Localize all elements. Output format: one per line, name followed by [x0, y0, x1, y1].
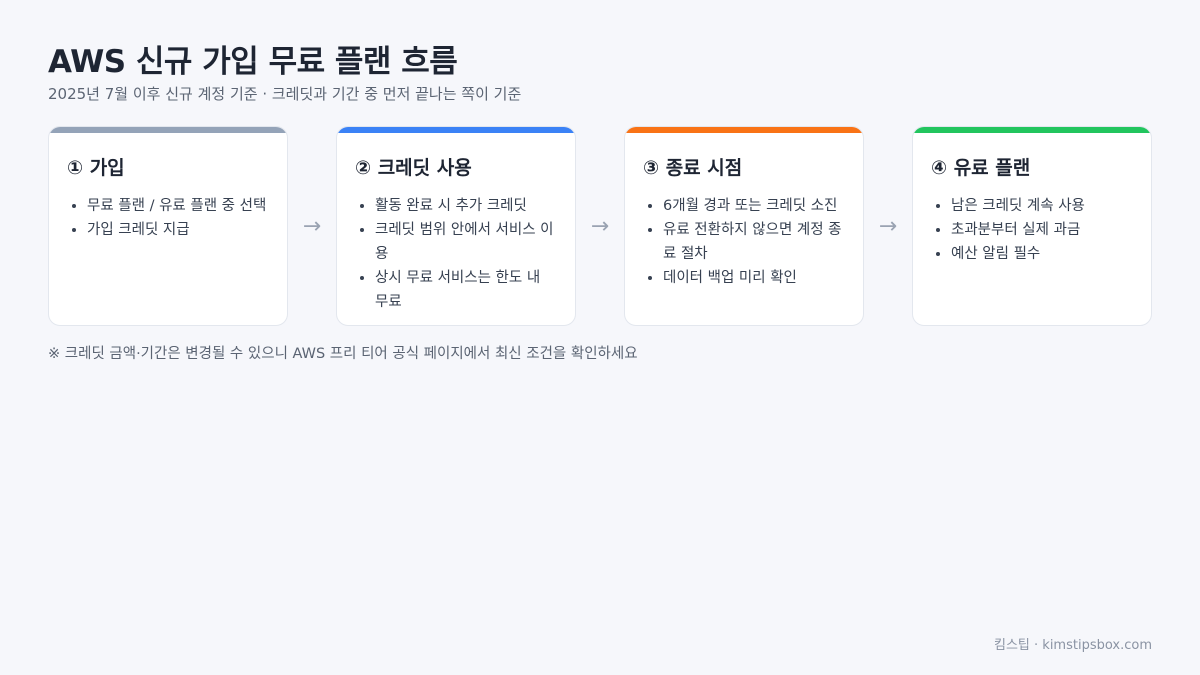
page-title: AWS 신규 가입 무료 플랜 흐름: [48, 44, 458, 80]
footer-credit: 킴스팁 · kimstipsbox.com: [994, 638, 1152, 653]
disclaimer-note: ※ 크레딧 금액·기간은 변경될 수 있으니 AWS 프리 티어 공식 페이지에…: [48, 346, 638, 362]
step-title: ④ 유료 플랜: [931, 157, 1031, 179]
step-item: 초과분부터 실제 과금: [951, 218, 1133, 242]
right-arrow-icon: →: [878, 213, 898, 239]
step-item: 6개월 경과 또는 크레딧 소진: [663, 194, 845, 218]
step-item: 유료 전환하지 않으면 계정 종료 절차: [663, 218, 845, 266]
step-item: 크레딧 범위 안에서 서비스 이용: [375, 218, 557, 266]
step-accent-bar: [49, 127, 287, 133]
step-item: 활동 완료 시 추가 크레딧: [375, 194, 557, 218]
step-list: 6개월 경과 또는 크레딧 소진 유료 전환하지 않으면 계정 종료 절차 데이…: [643, 194, 845, 290]
step-item: 남은 크레딧 계속 사용: [951, 194, 1133, 218]
step-item: 데이터 백업 미리 확인: [663, 266, 845, 290]
step-list: 남은 크레딧 계속 사용 초과분부터 실제 과금 예산 알림 필수: [931, 194, 1133, 266]
flow-diagram: ① 가입 무료 플랜 / 유료 플랜 중 선택 가입 크레딧 지급 → ② 크레…: [48, 126, 1152, 326]
step-title: ① 가입: [67, 157, 125, 179]
step-card-signup: ① 가입 무료 플랜 / 유료 플랜 중 선택 가입 크레딧 지급: [48, 126, 288, 326]
step-card-credit-use: ② 크레딧 사용 활동 완료 시 추가 크레딧 크레딧 범위 안에서 서비스 이…: [336, 126, 576, 326]
page-subtitle: 2025년 7월 이후 신규 계정 기준 · 크레딧과 기간 중 먼저 끝나는 …: [48, 85, 522, 103]
step-accent-bar: [625, 127, 863, 133]
right-arrow-icon: →: [590, 213, 610, 239]
step-accent-bar: [337, 127, 575, 133]
step-accent-bar: [913, 127, 1151, 133]
step-card-paid-plan: ④ 유료 플랜 남은 크레딧 계속 사용 초과분부터 실제 과금 예산 알림 필…: [912, 126, 1152, 326]
step-list: 활동 완료 시 추가 크레딧 크레딧 범위 안에서 서비스 이용 상시 무료 서…: [355, 194, 557, 314]
step-item: 예산 알림 필수: [951, 242, 1133, 266]
step-list: 무료 플랜 / 유료 플랜 중 선택 가입 크레딧 지급: [67, 194, 269, 242]
step-item: 가입 크레딧 지급: [87, 218, 269, 242]
step-card-end-point: ③ 종료 시점 6개월 경과 또는 크레딧 소진 유료 전환하지 않으면 계정 …: [624, 126, 864, 326]
step-item: 무료 플랜 / 유료 플랜 중 선택: [87, 194, 269, 218]
step-title: ③ 종료 시점: [643, 157, 743, 179]
step-title: ② 크레딧 사용: [355, 157, 472, 179]
right-arrow-icon: →: [302, 213, 322, 239]
step-item: 상시 무료 서비스는 한도 내 무료: [375, 266, 557, 314]
